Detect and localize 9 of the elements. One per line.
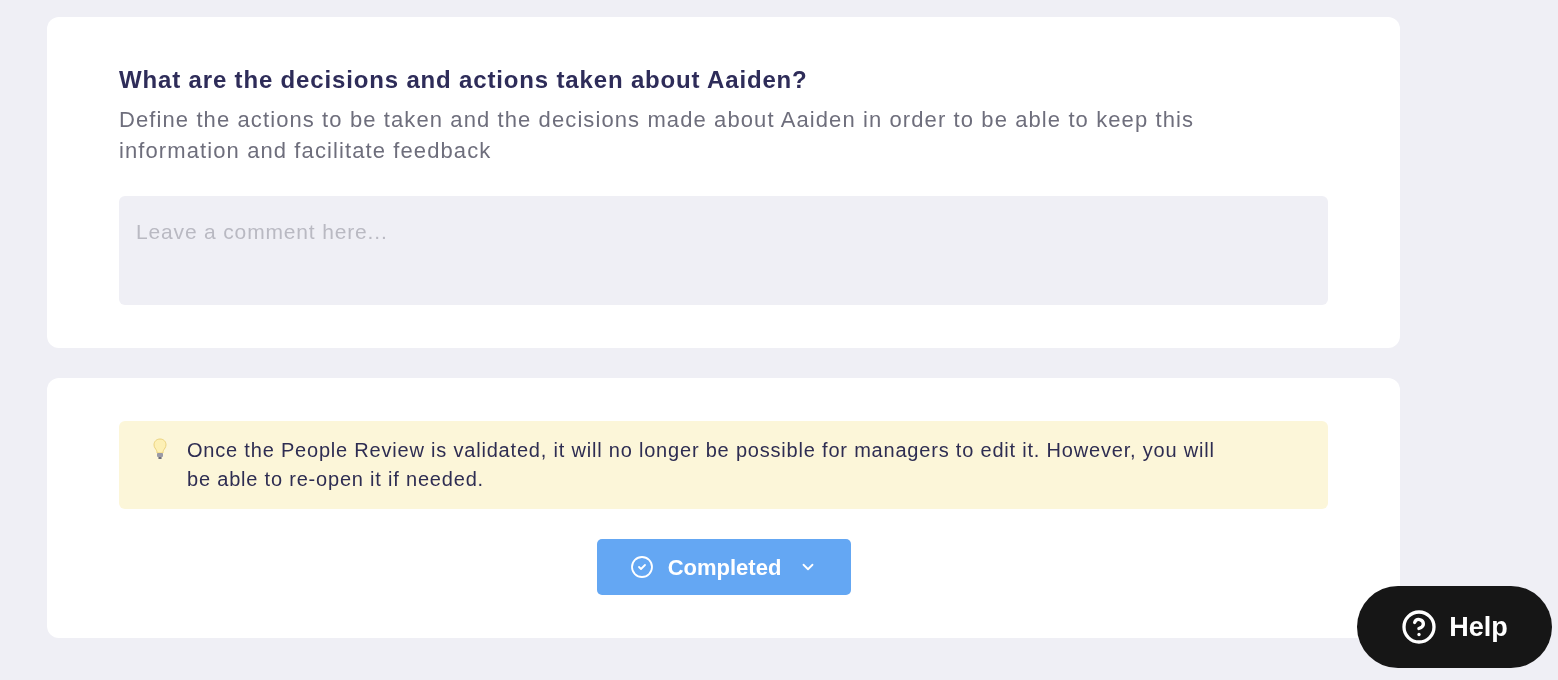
notice-text: Once the People Review is validated, it will no longer be possible for managers to edit it. However, you will be able to re-open it if needed.	[187, 438, 1216, 492]
help-icon	[1401, 609, 1438, 645]
check-circle-icon	[629, 555, 654, 579]
question-title: What are the decisions and actions taken about Aaiden?	[119, 65, 809, 95]
lightbulb-icon	[153, 438, 167, 460]
question-description: Define the actions to be taken and the decisions made about Aaiden in order to be able to keep this information and facilitate feedback	[119, 106, 1196, 165]
help-button[interactable]: Help	[1357, 586, 1552, 668]
help-label: Help	[1449, 610, 1508, 644]
status-label: Completed	[667, 553, 782, 582]
